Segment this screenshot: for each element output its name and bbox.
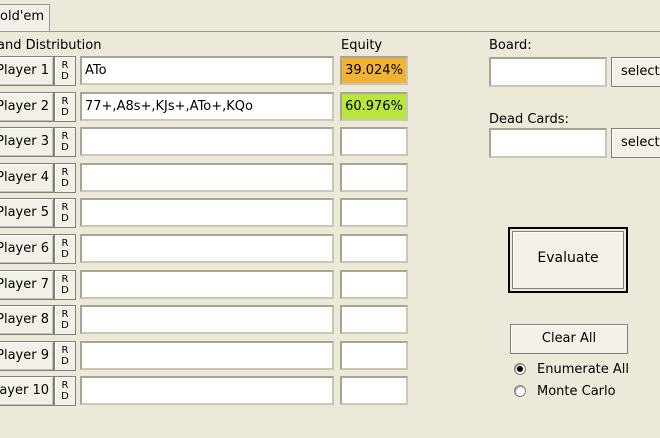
dead-cards-input[interactable]	[489, 128, 607, 158]
hand-range-input[interactable]: 77+,A8s+,KJs+,ATo+,KQo	[80, 92, 334, 121]
equity-field	[340, 376, 408, 405]
rd-r-label: R	[61, 345, 69, 356]
radio-selected-dot	[517, 366, 523, 372]
random-dead-button[interactable]: RD	[54, 341, 76, 371]
clear-all-button[interactable]: Clear All	[510, 324, 628, 354]
radio-monte-carlo-indicator[interactable]	[514, 385, 526, 397]
hand-range-input[interactable]	[80, 198, 334, 227]
hand-range-input[interactable]: ATo	[80, 56, 334, 85]
equity-header: Equity	[341, 38, 383, 53]
evaluate-button[interactable]: Evaluate	[508, 227, 628, 293]
player-button[interactable]: Player 1	[0, 56, 54, 86]
tab-holdem-label: old'em	[0, 9, 45, 24]
player-button[interactable]: Player 4	[0, 163, 54, 193]
board-select-button[interactable]: select	[611, 57, 660, 87]
radio-enumerate-all[interactable]: Enumerate All	[514, 362, 654, 378]
hand-range-input[interactable]	[80, 270, 334, 299]
rd-r-label: R	[61, 309, 69, 320]
player-button[interactable]: Player 5	[0, 198, 54, 228]
hand-range-input[interactable]	[80, 341, 334, 370]
rd-d-label: D	[61, 142, 69, 153]
rd-r-label: R	[61, 202, 69, 213]
hand-range-input[interactable]	[80, 127, 334, 156]
rd-d-label: D	[61, 356, 69, 367]
random-dead-button[interactable]: RD	[54, 127, 76, 157]
rd-d-label: D	[61, 178, 69, 189]
rd-r-label: R	[61, 60, 69, 71]
dead-cards-select-button[interactable]: select	[611, 128, 660, 158]
board-label: Board:	[489, 38, 532, 53]
random-dead-button[interactable]: RD	[54, 234, 76, 264]
random-dead-button[interactable]: RD	[54, 270, 76, 300]
tab-holdem[interactable]: old'em	[0, 4, 50, 32]
player-button[interactable]: Player 8	[0, 305, 54, 335]
random-dead-button[interactable]: RD	[54, 92, 76, 122]
rd-d-label: D	[61, 320, 69, 331]
dead-cards-label: Dead Cards:	[489, 112, 569, 127]
radio-monte-carlo[interactable]: Monte Carlo	[514, 384, 654, 400]
rd-d-label: D	[61, 249, 69, 260]
equity-field	[340, 127, 408, 156]
rd-d-label: D	[61, 213, 69, 224]
equity-field: 39.024%	[340, 56, 408, 85]
radio-enumerate-all-indicator[interactable]	[514, 363, 526, 375]
rd-r-label: R	[61, 167, 69, 178]
board-input[interactable]	[489, 57, 607, 87]
rd-d-label: D	[61, 391, 69, 402]
rd-r-label: R	[61, 131, 69, 142]
rd-r-label: R	[61, 380, 69, 391]
radio-monte-carlo-label: Monte Carlo	[537, 384, 616, 399]
hand-range-input[interactable]	[80, 305, 334, 334]
random-dead-button[interactable]: RD	[54, 198, 76, 228]
rd-r-label: R	[61, 274, 69, 285]
equity-field	[340, 198, 408, 227]
random-dead-button[interactable]: RD	[54, 163, 76, 193]
random-dead-button[interactable]: RD	[54, 56, 76, 86]
player-button[interactable]: Player 9	[0, 341, 54, 371]
evaluate-button-label: Evaluate	[512, 231, 624, 289]
equity-field	[340, 163, 408, 192]
rd-d-label: D	[61, 107, 69, 118]
rd-r-label: R	[61, 238, 69, 249]
random-dead-button[interactable]: RD	[54, 305, 76, 335]
hand-range-input[interactable]	[80, 163, 334, 192]
tab-divider	[0, 31, 660, 32]
player-button[interactable]: Player 7	[0, 270, 54, 300]
player-button[interactable]: Player 3	[0, 127, 54, 157]
equity-field	[340, 341, 408, 370]
random-dead-button[interactable]: RD	[54, 376, 76, 406]
equity-field	[340, 305, 408, 334]
hand-range-input[interactable]	[80, 234, 334, 263]
equity-field	[340, 270, 408, 299]
rd-r-label: R	[61, 96, 69, 107]
rd-d-label: D	[61, 285, 69, 296]
equity-field: 60.976%	[340, 92, 408, 121]
hand-distribution-header: and Distribution	[0, 38, 102, 53]
player-button[interactable]: layer 10	[0, 376, 54, 406]
rd-d-label: D	[61, 71, 69, 82]
equity-field	[340, 234, 408, 263]
radio-enumerate-all-label: Enumerate All	[537, 362, 630, 377]
player-button[interactable]: Player 2	[0, 92, 54, 122]
player-button[interactable]: Player 6	[0, 234, 54, 264]
hand-range-input[interactable]	[80, 376, 334, 405]
